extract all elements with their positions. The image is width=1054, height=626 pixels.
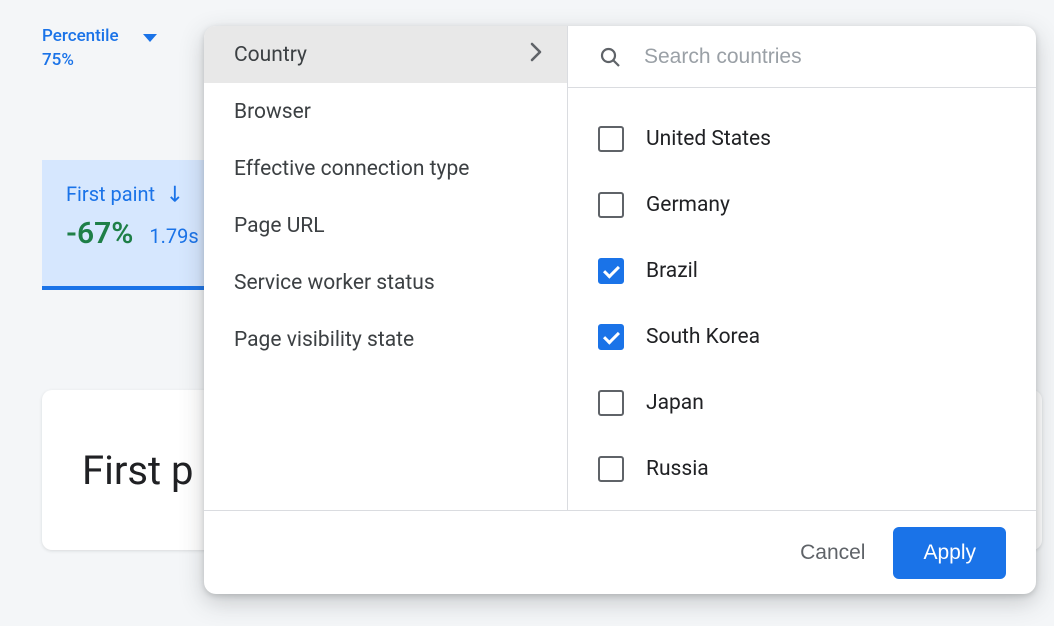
filter-option-row[interactable]: South Korea bbox=[598, 304, 1006, 370]
filter-option-label: United States bbox=[646, 127, 771, 151]
metric-title: First paint bbox=[66, 182, 155, 206]
filter-option-row[interactable]: Germany bbox=[598, 172, 1006, 238]
detail-card-title-fragment: First p bbox=[82, 447, 194, 494]
filter-category-label: Service worker status bbox=[234, 271, 435, 295]
search-icon bbox=[598, 45, 622, 69]
filter-category-item[interactable]: Service worker status bbox=[204, 254, 567, 311]
filter-options-panel: United States Germany Brazil South Korea Jap… bbox=[568, 26, 1036, 510]
filter-category-list: Country Browser Effective connection type P… bbox=[204, 26, 568, 510]
filter-category-item[interactable]: Page visibility state bbox=[204, 311, 567, 368]
filter-category-item[interactable]: Page URL bbox=[204, 197, 567, 254]
filter-category-label: Browser bbox=[234, 100, 311, 124]
metric-change: -67% bbox=[66, 216, 133, 251]
filter-search-row bbox=[568, 26, 1036, 88]
checkbox-icon[interactable] bbox=[598, 390, 624, 416]
checkbox-icon[interactable] bbox=[598, 126, 624, 152]
metric-duration: 1.79s bbox=[149, 224, 198, 248]
filter-category-label: Country bbox=[234, 43, 307, 67]
apply-button[interactable]: Apply bbox=[893, 527, 1006, 579]
filter-option-label: Brazil bbox=[646, 259, 698, 283]
checkbox-icon[interactable] bbox=[598, 192, 624, 218]
search-input[interactable] bbox=[644, 45, 1006, 69]
trend-down-icon: ↘ bbox=[160, 180, 189, 209]
checkbox-icon[interactable] bbox=[598, 258, 624, 284]
filter-category-item[interactable]: Browser bbox=[204, 83, 567, 140]
filter-option-row[interactable]: United States bbox=[598, 106, 1006, 172]
filter-option-label: Japan bbox=[646, 391, 704, 415]
filter-modal-body: Country Browser Effective connection type P… bbox=[204, 26, 1036, 510]
dropdown-caret-icon bbox=[143, 34, 157, 42]
filter-option-row[interactable]: Russia bbox=[598, 436, 1006, 502]
cancel-button[interactable]: Cancel bbox=[800, 541, 865, 565]
chevron-right-icon bbox=[529, 41, 543, 69]
filter-category-item[interactable]: Effective connection type bbox=[204, 140, 567, 197]
percentile-selector[interactable]: Percentile 75% bbox=[42, 26, 157, 71]
percentile-value: 75% bbox=[42, 50, 119, 70]
filter-option-label: South Korea bbox=[646, 325, 760, 349]
filter-category-label: Page URL bbox=[234, 214, 325, 238]
filter-category-label: Effective connection type bbox=[234, 157, 469, 181]
filter-category-label: Page visibility state bbox=[234, 328, 414, 352]
filter-option-list: United States Germany Brazil South Korea Jap… bbox=[568, 88, 1036, 510]
percentile-label: Percentile bbox=[42, 26, 119, 46]
checkbox-icon[interactable] bbox=[598, 324, 624, 350]
filter-option-row[interactable]: Japan bbox=[598, 370, 1006, 436]
filter-modal-footer: Cancel Apply bbox=[204, 510, 1036, 594]
filter-option-row[interactable]: Brazil bbox=[598, 238, 1006, 304]
filter-modal: Country Browser Effective connection type P… bbox=[204, 26, 1036, 594]
filter-option-label: Germany bbox=[646, 193, 730, 217]
checkbox-icon[interactable] bbox=[598, 456, 624, 482]
filter-category-item[interactable]: Country bbox=[204, 26, 567, 83]
filter-option-label: Russia bbox=[646, 457, 709, 481]
